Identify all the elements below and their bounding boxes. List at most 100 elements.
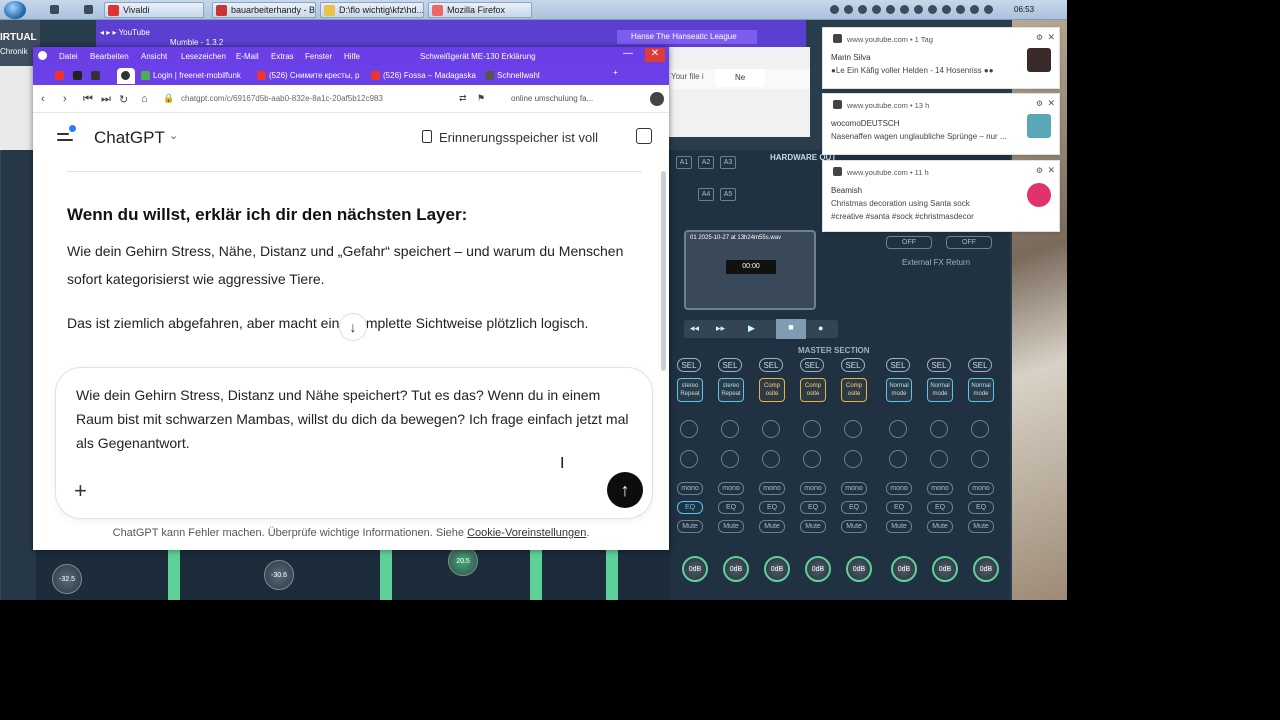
- tab-youtube-2[interactable]: (526) Fossa – Madagaska: [369, 68, 479, 84]
- rewind-icon[interactable]: ◂◂: [690, 323, 699, 334]
- tray-icon[interactable]: [900, 5, 909, 14]
- gain-knob[interactable]: 0dB: [682, 556, 708, 582]
- tab-freenet[interactable]: Login | freenet-mobilfunk: [139, 68, 251, 84]
- app-icon[interactable]: [71, 68, 83, 84]
- avatar[interactable]: [650, 92, 664, 106]
- gain-knob[interactable]: 0dB: [723, 556, 749, 582]
- mono-button[interactable]: mono: [677, 482, 703, 495]
- tray-icon[interactable]: [872, 5, 881, 14]
- gear-icon[interactable]: ⚙: [1036, 166, 1043, 175]
- menu-email[interactable]: E-Mail: [236, 52, 259, 61]
- tray-icon[interactable]: [956, 5, 965, 14]
- gain-knob[interactable]: 0dB: [805, 556, 831, 582]
- search-field[interactable]: online umschulung fa...: [511, 94, 631, 103]
- menu-fenster[interactable]: Fenster: [305, 52, 332, 61]
- gear-icon[interactable]: ⚙: [1036, 33, 1043, 42]
- eq-button[interactable]: EQ: [968, 501, 994, 514]
- a1-button[interactable]: A1: [676, 156, 692, 169]
- fx-knob[interactable]: [762, 420, 780, 438]
- tray-icon[interactable]: [942, 5, 951, 14]
- eq-button[interactable]: EQ: [800, 501, 826, 514]
- back-icon[interactable]: ‹: [41, 93, 45, 105]
- new-tab-button[interactable]: +: [613, 68, 627, 84]
- youtube-icon[interactable]: [53, 68, 65, 84]
- eq-button[interactable]: EQ: [759, 501, 785, 514]
- translate-icon[interactable]: ⇄: [459, 93, 467, 104]
- mute-button[interactable]: Mute: [927, 520, 953, 533]
- home-icon[interactable]: ⌂: [141, 93, 148, 105]
- lock-icon[interactable]: 🔒: [163, 93, 174, 104]
- vivaldi-logo-icon[interactable]: [38, 51, 47, 60]
- a4-button[interactable]: A4: [698, 188, 714, 201]
- mono-button[interactable]: mono: [800, 482, 826, 495]
- mode-button[interactable]: Comp osite: [800, 378, 826, 402]
- fx-knob[interactable]: [680, 450, 698, 468]
- reload-icon[interactable]: ↻: [119, 93, 128, 106]
- close-icon[interactable]: ✕: [1047, 32, 1055, 43]
- mute-button[interactable]: Mute: [800, 520, 826, 533]
- bookmark-icon[interactable]: ⚑: [477, 93, 485, 104]
- mode-button[interactable]: Normal mode: [927, 378, 953, 402]
- taskbar-button-explorer[interactable]: D:\flo wichtig\kfz\hd...: [320, 2, 424, 18]
- scrollbar[interactable]: [661, 171, 666, 371]
- eq-button[interactable]: EQ: [677, 501, 703, 514]
- eq-button[interactable]: EQ: [886, 501, 912, 514]
- mono-button[interactable]: mono: [718, 482, 744, 495]
- new-chat-icon[interactable]: [636, 128, 652, 144]
- mute-button[interactable]: Mute: [677, 520, 703, 533]
- off-button[interactable]: OFF: [886, 236, 932, 249]
- notification[interactable]: www.youtube.com • 1 Tag ⚙ ✕ Marin Silva …: [822, 27, 1060, 89]
- fx-knob[interactable]: [930, 420, 948, 438]
- sel-button[interactable]: SEL: [800, 358, 824, 372]
- notification[interactable]: www.youtube.com • 11 h ⚙ ✕ Beamish Chris…: [822, 160, 1060, 232]
- fx-knob[interactable]: [721, 450, 739, 468]
- start-button[interactable]: [4, 1, 26, 19]
- add-attachment-button[interactable]: +: [74, 478, 87, 504]
- menu-datei[interactable]: Datei: [59, 52, 78, 61]
- menu-ansicht[interactable]: Ansicht: [141, 52, 167, 61]
- tray-icon[interactable]: [984, 5, 993, 14]
- eq-button[interactable]: EQ: [718, 501, 744, 514]
- sel-button[interactable]: SEL: [886, 358, 910, 372]
- mode-button[interactable]: Normal mode: [968, 378, 994, 402]
- tray-icon[interactable]: [844, 5, 853, 14]
- eq-button[interactable]: EQ: [927, 501, 953, 514]
- memory-icon[interactable]: [422, 130, 432, 143]
- fx-knob[interactable]: [889, 450, 907, 468]
- app-icon[interactable]: [84, 5, 93, 14]
- close-icon[interactable]: ✕: [1047, 165, 1055, 176]
- fx-knob[interactable]: [930, 450, 948, 468]
- tab-youtube-1[interactable]: (526) Снимите кресты, р: [255, 68, 365, 84]
- fx-knob[interactable]: [680, 420, 698, 438]
- mono-button[interactable]: mono: [841, 482, 867, 495]
- play-icon[interactable]: ▶: [748, 323, 755, 334]
- gear-icon[interactable]: ⚙: [1036, 99, 1043, 108]
- taskbar-button-bauarbeiterhandy[interactable]: bauarbeiterhandy - B...: [212, 2, 316, 18]
- eq-button[interactable]: EQ: [841, 501, 867, 514]
- fx-knob[interactable]: [803, 450, 821, 468]
- gain-knob[interactable]: 0dB: [973, 556, 999, 582]
- first-icon[interactable]: ⏮: [83, 93, 93, 106]
- tab-chatgpt[interactable]: [117, 68, 135, 84]
- sel-button[interactable]: SEL: [927, 358, 951, 372]
- mode-button[interactable]: stereo Repeat: [677, 378, 703, 402]
- notification[interactable]: www.youtube.com • 13 h ⚙ ✕ wocomoDEUTSCH…: [822, 93, 1060, 155]
- gain-knob[interactable]: 0dB: [846, 556, 872, 582]
- forward-icon[interactable]: ▸▸: [716, 323, 725, 334]
- menu-lesezeichen[interactable]: Lesezeichen: [181, 52, 226, 61]
- mute-button[interactable]: Mute: [841, 520, 867, 533]
- tray-icon[interactable]: [886, 5, 895, 14]
- gain-knob[interactable]: 0dB: [932, 556, 958, 582]
- sel-button[interactable]: SEL: [718, 358, 742, 372]
- menu-bearbeiten[interactable]: Bearbeiten: [90, 52, 129, 61]
- fader-knob[interactable]: -30.6: [264, 560, 294, 590]
- fx-knob[interactable]: [971, 450, 989, 468]
- message-composer[interactable]: Wie dein Gehirn Stress, Distanz und Nähe…: [55, 367, 653, 519]
- a2-button[interactable]: A2: [698, 156, 714, 169]
- last-icon[interactable]: ⏭: [101, 93, 111, 106]
- fx-knob[interactable]: [844, 420, 862, 438]
- fx-knob[interactable]: [844, 450, 862, 468]
- taskbar-button-vivaldi[interactable]: Vivaldi: [104, 2, 204, 18]
- mono-button[interactable]: mono: [759, 482, 785, 495]
- record-icon[interactable]: ●: [818, 323, 823, 333]
